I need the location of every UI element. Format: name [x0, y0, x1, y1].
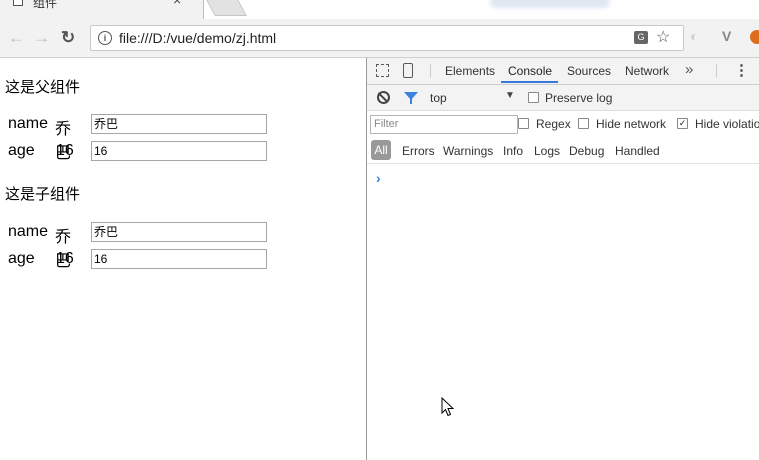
- hide-network-label: Hide network: [596, 117, 667, 131]
- chevron-down-icon[interactable]: ▼: [505, 90, 515, 101]
- active-tab-indicator: [501, 81, 558, 83]
- parent-age-input[interactable]: 16: [91, 141, 267, 161]
- child-age-input[interactable]: 16: [91, 249, 267, 269]
- child-heading: 这是子组件: [5, 186, 81, 203]
- inspect-element-icon[interactable]: [376, 64, 389, 77]
- level-all[interactable]: All: [371, 140, 391, 160]
- tab-title: 组件: [33, 0, 58, 10]
- log-level-bar: All Errors Warnings Info Logs Debug Hand…: [367, 137, 759, 164]
- tab-network[interactable]: Network: [625, 64, 669, 78]
- reload-button[interactable]: ↻: [61, 28, 75, 48]
- age-value: 16: [56, 142, 74, 159]
- name-label: name: [8, 223, 49, 240]
- translate-icon[interactable]: G: [634, 31, 648, 44]
- device-toolbar-icon[interactable]: [403, 63, 413, 78]
- new-tab-button[interactable]: [203, 0, 247, 16]
- clear-console-icon[interactable]: [377, 91, 390, 104]
- tab-elements[interactable]: Elements: [445, 64, 495, 78]
- level-info[interactable]: Info: [503, 144, 523, 158]
- devtools-menu-icon[interactable]: ⋮: [734, 61, 749, 79]
- address-bar[interactable]: i file:///D:/vue/demo/zj.html G ☆: [90, 25, 684, 51]
- child-name-input[interactable]: 乔巴: [91, 222, 267, 242]
- tab-console[interactable]: Console: [508, 64, 552, 78]
- tab-close-icon[interactable]: ×: [173, 0, 181, 8]
- page-content: 这是父组件 name 乔巴 乔巴 age 16 16 这是子组件 name 乔巴…: [0, 58, 366, 460]
- hide-violations-label: Hide violations: [695, 117, 759, 131]
- level-logs[interactable]: Logs: [534, 144, 560, 158]
- level-debug[interactable]: Debug: [569, 144, 604, 158]
- document-icon: [13, 0, 23, 6]
- info-icon[interactable]: i: [98, 31, 112, 45]
- regex-label: Regex: [536, 117, 571, 131]
- level-handled[interactable]: Handled: [615, 144, 660, 158]
- age-label: age: [8, 250, 35, 267]
- divider: [430, 64, 431, 78]
- hide-network-checkbox[interactable]: [578, 118, 589, 129]
- tab-sources[interactable]: Sources: [567, 64, 611, 78]
- bookmark-star-icon[interactable]: ☆: [656, 27, 670, 47]
- filter-icon[interactable]: [404, 92, 418, 104]
- preserve-log-checkbox[interactable]: [528, 92, 539, 103]
- parent-name-input[interactable]: 乔巴: [91, 114, 267, 134]
- browser-toolbar: ← → ↻ i file:///D:/vue/demo/zj.html G ☆: [0, 19, 759, 58]
- age-value: 16: [56, 250, 74, 267]
- back-button[interactable]: ←: [8, 28, 25, 48]
- hide-violations-checkbox[interactable]: ✓: [677, 118, 688, 129]
- vue-devtools-icon[interactable]: V: [722, 28, 731, 44]
- url-text[interactable]: file:///D:/vue/demo/zj.html: [119, 30, 276, 46]
- filter-row: Filter Regex Hide network ✓ Hide violati…: [367, 111, 759, 137]
- tab-strip: 组件 ×: [0, 0, 759, 19]
- parent-heading: 这是父组件: [5, 79, 81, 96]
- context-selector[interactable]: top: [430, 91, 447, 105]
- browser-tab[interactable]: 组件 ×: [0, 0, 204, 19]
- blurred-title-area: [490, 0, 610, 8]
- devtools-tab-bar: Elements Console Sources Network » ⋮: [367, 58, 759, 85]
- divider: [716, 64, 717, 78]
- extension-icon[interactable]: ◐: [690, 28, 698, 44]
- console-prompt[interactable]: ›: [376, 170, 381, 186]
- regex-checkbox[interactable]: [518, 118, 529, 129]
- console-toolbar: top ▼ Preserve log: [367, 85, 759, 111]
- level-errors[interactable]: Errors: [402, 144, 435, 158]
- more-tabs-icon[interactable]: »: [685, 61, 693, 78]
- name-label: name: [8, 115, 49, 132]
- level-warnings[interactable]: Warnings: [443, 144, 493, 158]
- age-label: age: [8, 142, 35, 159]
- forward-button[interactable]: →: [33, 28, 50, 48]
- extension-orange-icon[interactable]: [750, 30, 759, 44]
- devtools-panel: Elements Console Sources Network » ⋮ top…: [366, 58, 759, 460]
- mouse-cursor-icon: [441, 397, 455, 417]
- console-filter-input[interactable]: Filter: [370, 115, 518, 134]
- preserve-log-label: Preserve log: [545, 91, 613, 105]
